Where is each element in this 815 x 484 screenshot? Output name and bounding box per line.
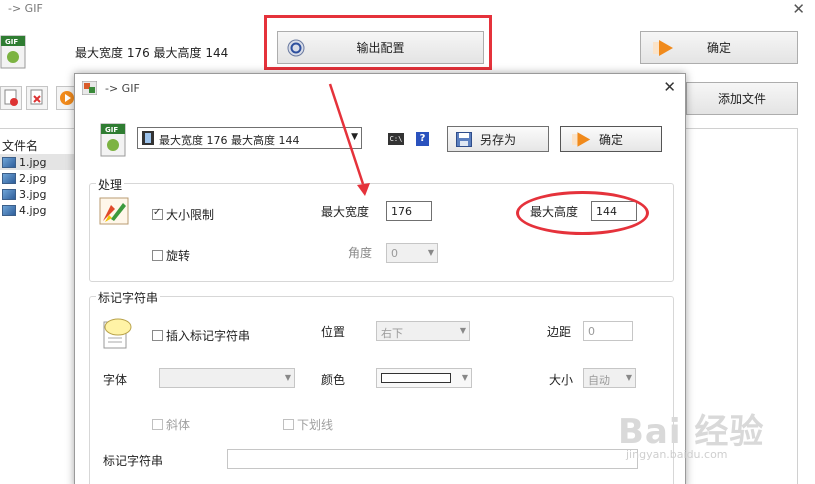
dialog-ok-button[interactable]: 确定 <box>560 126 662 152</box>
size-label: 大小 <box>549 373 574 387</box>
save-as-label: 另存为 <box>479 132 516 147</box>
dialog-ok-label: 确定 <box>598 132 623 147</box>
dropdown-arrow-icon: ▼ <box>351 132 358 142</box>
max-width-input[interactable]: 176 <box>386 201 432 221</box>
annotation-ellipse <box>516 191 649 235</box>
file-row[interactable]: 3.jpg <box>0 186 78 202</box>
file-row[interactable]: 1.jpg <box>0 154 78 170</box>
dropdown-arrow-icon: ▼ <box>284 373 291 382</box>
size-select[interactable]: 自动 ▼ <box>583 368 636 388</box>
file-list-header: 文件名 <box>2 139 39 153</box>
rotate-label: 旋转 <box>166 249 191 263</box>
size-value: 自动 <box>588 374 610 387</box>
ok-label: 确定 <box>706 41 731 55</box>
italic-checkbox[interactable]: 斜体 <box>152 416 190 433</box>
underline-box <box>283 419 294 430</box>
save-as-button[interactable]: 另存为 <box>447 126 549 152</box>
font-select[interactable]: ▼ <box>159 368 295 388</box>
svg-text:GIF: GIF <box>5 38 18 46</box>
file-row[interactable]: 2.jpg <box>0 170 78 186</box>
dropdown-arrow-icon: ▼ <box>459 326 466 335</box>
file-name: 1.jpg <box>19 155 47 169</box>
max-width-label: 最大宽度 <box>321 205 370 219</box>
image-thumbnail-icon <box>2 204 16 216</box>
color-label: 颜色 <box>321 373 346 387</box>
image-thumbnail-icon <box>2 156 16 168</box>
arrow-right-icon <box>653 40 673 56</box>
output-dimensions-text: 最大宽度 176 最大高度 144 <box>75 46 229 60</box>
film-icon <box>142 131 154 145</box>
gif-file-icon: GIF <box>0 35 26 69</box>
image-thumbnail-icon <box>2 172 16 184</box>
angle-value: 0 <box>391 247 398 260</box>
color-select[interactable]: ▼ <box>376 368 472 388</box>
color-swatch <box>381 373 451 383</box>
size-limit-checkbox[interactable]: 大小限制 <box>152 206 214 223</box>
preset-select[interactable]: 最大宽度 176 最大高度 144 ▼ <box>137 127 362 149</box>
dialog-close-icon[interactable]: ✕ <box>663 78 676 96</box>
dialog-title: -> GIF <box>105 82 140 95</box>
underline-label: 下划线 <box>297 418 334 432</box>
arrow-right-icon <box>572 132 591 147</box>
watermark-text: Bai 经验 <box>618 412 765 452</box>
watermark: Bai 经验 jingyan.baidu.com <box>618 404 815 474</box>
speech-note-icon <box>103 318 132 349</box>
file-name: 4.jpg <box>19 203 47 217</box>
insert-mark-box <box>152 330 163 341</box>
file-name: 3.jpg <box>19 187 47 201</box>
window-close-icon[interactable]: ✕ <box>792 0 805 18</box>
paint-brush-icon <box>99 197 129 225</box>
gif-settings-dialog: -> GIF ✕ GIF 最大宽度 176 最大高度 144 ▼ C:\ ? 另… <box>74 73 686 484</box>
process-group-label: 处理 <box>96 176 125 193</box>
file-row[interactable]: 4.jpg <box>0 202 78 218</box>
position-value: 右下 <box>381 327 403 340</box>
gif-file-icon: GIF <box>100 123 126 157</box>
svg-text:GIF: GIF <box>105 126 118 134</box>
angle-label: 角度 <box>348 246 373 260</box>
size-limit-box <box>152 207 163 220</box>
position-select[interactable]: 右下 ▼ <box>376 321 470 341</box>
insert-mark-checkbox[interactable]: 插入标记字符串 <box>152 327 250 344</box>
position-label: 位置 <box>321 325 346 339</box>
ok-button[interactable]: 确定 <box>640 31 798 64</box>
help-icon[interactable]: ? <box>416 132 429 146</box>
italic-box <box>152 419 163 430</box>
mark-string-label: 标记字符串 <box>103 454 164 468</box>
dropdown-arrow-icon: ▼ <box>427 248 434 257</box>
add-file-button[interactable]: 添加文件 <box>686 82 798 115</box>
file-name: 2.jpg <box>19 171 47 185</box>
preset-value: 最大宽度 176 最大高度 144 <box>159 134 300 147</box>
margin-input[interactable]: 0 <box>583 321 633 341</box>
save-icon <box>456 132 472 147</box>
mark-string-input[interactable] <box>227 449 638 469</box>
file-list: 文件名 1.jpg 2.jpg 3.jpg 4.jpg <box>0 128 78 484</box>
mark-group-label: 标记字符串 <box>96 289 161 306</box>
cmd-icon[interactable]: C:\ <box>388 133 404 145</box>
margin-label: 边距 <box>547 325 572 339</box>
watermark-subtext: jingyan.baidu.com <box>626 448 728 461</box>
dropdown-arrow-icon: ▼ <box>461 373 468 382</box>
window-title: -> GIF <box>8 2 43 15</box>
rotate-box <box>152 250 163 261</box>
delete-icon <box>30 89 43 105</box>
image-thumbnail-icon <box>2 188 16 200</box>
underline-checkbox[interactable]: 下划线 <box>283 416 333 433</box>
size-limit-label: 大小限制 <box>166 208 215 222</box>
annotation-highlight-box <box>264 15 492 70</box>
font-label: 字体 <box>103 373 128 387</box>
app-icon <box>82 81 97 95</box>
dropdown-arrow-icon: ▼ <box>625 373 632 382</box>
delete-file-button[interactable] <box>26 86 48 110</box>
remove-icon <box>4 89 18 106</box>
angle-select[interactable]: 0 ▼ <box>386 243 438 263</box>
insert-mark-label: 插入标记字符串 <box>166 329 251 343</box>
rotate-checkbox[interactable]: 旋转 <box>152 247 190 264</box>
remove-file-button[interactable] <box>0 86 22 110</box>
italic-label: 斜体 <box>166 418 191 432</box>
